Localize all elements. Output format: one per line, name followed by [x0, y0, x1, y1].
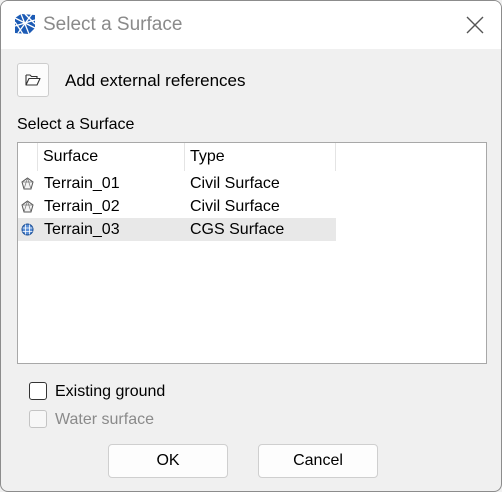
- column-header-type[interactable]: Type: [185, 143, 336, 171]
- surface-type-cell: CGS Surface: [190, 221, 285, 238]
- surface-name-cell: Terrain_01: [44, 175, 120, 192]
- existing-ground-label: Existing ground: [55, 383, 166, 400]
- surface-type-cell: Civil Surface: [190, 198, 280, 215]
- civil-surface-icon: [21, 200, 34, 213]
- surface-list[interactable]: Surface Type Terrain_01 Civil Surface Te…: [17, 142, 487, 364]
- select-surface-dialog: Select a Surface Add external references…: [0, 0, 502, 492]
- table-row[interactable]: Terrain_01 Civil Surface: [18, 172, 336, 195]
- title-bar[interactable]: Select a Surface: [1, 1, 501, 49]
- civil-surface-icon: [21, 177, 34, 190]
- column-header-surface[interactable]: Surface: [38, 143, 185, 171]
- dialog-title: Select a Surface: [43, 14, 183, 35]
- table-row-selected[interactable]: Terrain_03 CGS Surface: [18, 218, 336, 241]
- existing-ground-checkbox-box[interactable]: [29, 382, 47, 400]
- surface-list-label: Select a Surface: [17, 116, 135, 133]
- add-xref-label: Add external references: [65, 71, 246, 90]
- list-header: Surface Type: [18, 143, 486, 171]
- surface-name-cell: Terrain_03: [44, 221, 120, 238]
- table-row[interactable]: Terrain_02 Civil Surface: [18, 195, 336, 218]
- close-button[interactable]: [459, 9, 491, 41]
- surface-app-icon: [14, 13, 36, 35]
- header-blank: [18, 143, 38, 171]
- surface-type-cell: Civil Surface: [190, 175, 280, 192]
- surface-name-cell: Terrain_02: [44, 198, 120, 215]
- close-icon: [466, 16, 484, 34]
- cancel-button[interactable]: Cancel: [258, 444, 378, 478]
- ok-button[interactable]: OK: [108, 444, 228, 478]
- water-surface-checkbox-box: [29, 410, 47, 428]
- cgs-surface-icon: [21, 223, 34, 236]
- water-surface-label: Water surface: [55, 411, 154, 428]
- add-xref-button[interactable]: [17, 63, 49, 97]
- open-folder-icon: [25, 74, 41, 86]
